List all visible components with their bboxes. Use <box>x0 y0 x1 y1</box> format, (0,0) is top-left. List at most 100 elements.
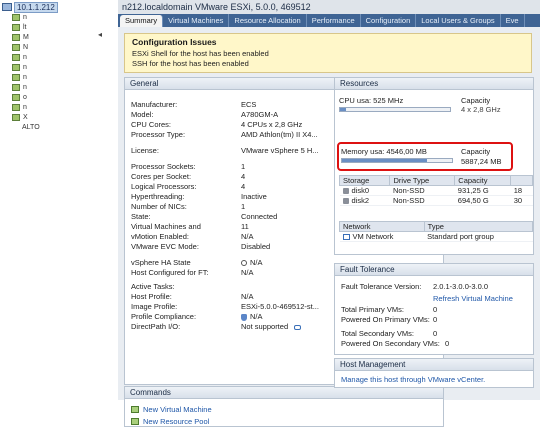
tree-vm-node[interactable]: X <box>12 112 28 122</box>
extra-col-header[interactable] <box>510 175 533 186</box>
general-value: VMware vSphere 5 H... <box>241 146 319 155</box>
network-table: Network Type VM Network Standard port gr… <box>339 221 534 242</box>
fault-tolerance-panel-header[interactable]: Fault Tolerance <box>335 264 533 276</box>
general-row: Profile Compliance: N/A <box>131 312 263 321</box>
tree-vm-node[interactable]: n <box>12 72 27 82</box>
table-row[interactable]: disk0 Non-SSD 931,25 G 18 <box>339 185 533 196</box>
cpu-capacity-value: 4 x 2,8 GHz <box>461 105 501 114</box>
config-issue-line: SSH for the host has been enabled <box>132 59 249 68</box>
tab-configuration[interactable]: Configuration <box>361 14 417 27</box>
vm-name-label: n <box>23 73 27 81</box>
datastore-capacity: 931,25 G <box>454 185 511 196</box>
general-row: State: Connected <box>131 212 277 221</box>
tree-vm-node[interactable]: N <box>12 42 28 52</box>
host-management-panel-header[interactable]: Host Management <box>335 359 533 371</box>
ft-total-primary-label: Total Primary VMs: <box>341 305 404 314</box>
tree-vm-node[interactable]: lt <box>12 22 27 32</box>
virtual-machine-icon <box>12 83 20 91</box>
tree-vm-node[interactable]: ALTO <box>22 122 40 132</box>
general-key: Virtual Machines and <box>131 222 201 231</box>
general-row: Host Profile: N/A <box>131 292 254 301</box>
general-value: 1 <box>241 202 246 211</box>
tab-resource-allocation[interactable]: Resource Allocation <box>229 14 307 27</box>
tree-host-node[interactable]: 10.1.1.212 <box>2 1 58 13</box>
general-key: Cores per Socket: <box>131 172 192 181</box>
cpu-usage-label: CPU usa: 525 MHz <box>339 96 404 105</box>
memory-usage-label: Memory usa: 4546,00 MB <box>341 147 427 156</box>
network-icon <box>342 234 350 241</box>
general-value: N/A <box>241 292 254 301</box>
memory-usage-bar <box>341 158 453 163</box>
general-key: Host Configured for FT: <box>131 268 209 277</box>
virtual-machine-icon <box>12 13 20 21</box>
memory-capacity-label: Capacity <box>461 147 491 156</box>
general-key: Active Tasks: <box>131 282 175 291</box>
general-key: Manufacturer: <box>131 100 178 109</box>
general-key: Hyperthreading: <box>131 192 185 201</box>
general-key: VMware EVC Mode: <box>131 242 199 251</box>
tree-vm-node[interactable]: o <box>12 92 27 102</box>
vm-name-label: ALTO <box>22 123 40 131</box>
network-type-col-header[interactable]: Type <box>423 221 534 232</box>
tab-performance[interactable]: Performance <box>307 14 361 27</box>
vm-name-label: n <box>23 63 27 71</box>
tab-virtual-machines[interactable]: Virtual Machines <box>163 14 230 27</box>
new-virtual-machine-command[interactable]: New Virtual Machine <box>131 405 212 414</box>
resources-panel-header[interactable]: Resources <box>335 78 533 90</box>
datastore-icon <box>342 188 349 195</box>
network-name: VM Network <box>352 232 394 241</box>
ft-total-primary-value: 0 <box>433 305 438 314</box>
tree-vm-node[interactable]: n <box>12 82 27 92</box>
drive-type: Non-SSD <box>389 185 455 196</box>
manage-via-vcenter-link[interactable]: Manage this host through VMware vCenter. <box>341 375 485 384</box>
ft-poweredon-secondary-value: 0 <box>445 339 450 348</box>
general-value: Inactive <box>241 192 267 201</box>
fault-tolerance-panel: Fault Tolerance Fault Tolerance Version:… <box>334 263 534 355</box>
help-icon[interactable] <box>241 260 247 267</box>
drive-type: Non-SSD <box>389 195 455 206</box>
table-row[interactable]: disk2 Non-SSD 694,50 G 30 <box>339 195 533 206</box>
tree-vm-node[interactable]: n <box>12 52 27 62</box>
storage-col-header[interactable]: Storage <box>338 175 391 186</box>
network-col-header[interactable]: Network <box>339 221 425 232</box>
general-row: Active Tasks: <box>131 282 241 291</box>
general-value: A780GM-A <box>241 110 279 119</box>
general-row: DirectPath I/O: Not supported <box>131 322 302 331</box>
new-resource-pool-command[interactable]: New Resource Pool <box>131 417 209 426</box>
host-ip-label: 10.1.1.212 <box>14 1 58 13</box>
datastore-capacity: 694,50 G <box>454 195 511 206</box>
cpu-usage-bar <box>339 107 451 112</box>
tab-summary[interactable]: Summary <box>120 15 164 27</box>
datastore-icon <box>342 198 349 205</box>
general-row: Number of NICs: 1 <box>131 202 245 211</box>
memory-capacity-value: 5887,24 MB <box>461 157 502 166</box>
general-key: State: <box>131 212 151 221</box>
resource-pool-icon <box>131 418 139 425</box>
drive-type-col-header[interactable]: Drive Type <box>389 175 456 186</box>
general-key: Model: <box>131 110 154 119</box>
commands-panel: Commands New Virtual Machine New Resourc… <box>124 386 444 427</box>
tree-collapse-caret[interactable]: ◂ <box>98 30 102 39</box>
virtual-machine-icon <box>12 113 20 121</box>
comment-icon[interactable] <box>294 324 302 330</box>
tab-eve[interactable]: Eve <box>501 14 525 27</box>
capacity-col-header[interactable]: Capacity <box>454 175 512 186</box>
tab-local-users-groups[interactable]: Local Users & Groups <box>416 14 501 27</box>
host-icon <box>2 3 12 11</box>
vm-name-label: n <box>23 83 27 91</box>
general-row: Manufacturer: ECS <box>131 100 256 109</box>
commands-panel-header[interactable]: Commands <box>125 387 443 399</box>
table-row[interactable]: VM Network Standard port group <box>339 231 533 242</box>
general-key: Logical Processors: <box>131 182 197 191</box>
tree-vm-node[interactable]: M <box>12 32 29 42</box>
network-type: Standard port group <box>424 231 533 242</box>
tree-vm-node[interactable]: n <box>12 12 27 22</box>
general-value: 4 CPUs x 2,8 GHz <box>241 120 303 129</box>
ft-poweredon-primary-label: Powered On Primary VMs: <box>341 315 430 324</box>
resources-panel: Resources CPU usa: 525 MHz Capacity 4 x … <box>334 77 534 255</box>
general-row: Cores per Socket: 4 <box>131 172 245 181</box>
refresh-virtual-machine-link[interactable]: Refresh Virtual Machine <box>433 294 513 303</box>
tree-vm-node[interactable]: n <box>12 62 27 72</box>
ft-version-value: 2.0.1-3.0.0-3.0.0 <box>433 282 489 291</box>
tree-vm-node[interactable]: n <box>12 102 27 112</box>
